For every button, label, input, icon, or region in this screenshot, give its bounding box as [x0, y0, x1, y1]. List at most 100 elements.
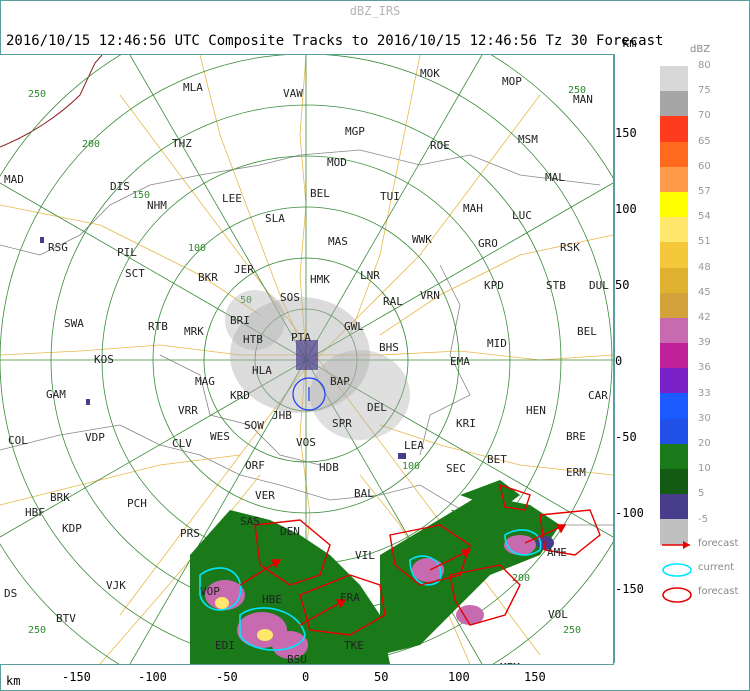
legend-tick: 42 [698, 312, 711, 323]
legend-swatch [660, 317, 688, 344]
site-label: FRA [340, 591, 360, 604]
red-arrow-icon [662, 541, 690, 549]
site-label: BEL [310, 187, 330, 200]
x-axis: km -150 -100 -50 0 50 100 150 [0, 664, 613, 689]
legend-tick: 57 [698, 186, 711, 197]
site-label: ROE [430, 139, 450, 152]
site-label: LEA [404, 439, 424, 452]
site-label: MAS [328, 235, 348, 248]
site-label: KRI [456, 417, 476, 430]
site-label: SLA [265, 212, 285, 225]
y-tick: -150 [615, 582, 644, 596]
site-label: PRS [180, 527, 200, 540]
site-label: SOW [244, 419, 264, 432]
site-label: AME [547, 546, 567, 559]
site-label: RAL [383, 295, 403, 308]
site-label: TUI [380, 190, 400, 203]
legend-swatch [660, 217, 688, 243]
border-dark-red [0, 55, 103, 148]
legend-tick: 30 [698, 412, 711, 424]
x-tick: 0 [302, 670, 310, 684]
site-label: BSU [287, 653, 307, 664]
legend-tick: -5 [698, 513, 708, 525]
site-label: VER [255, 489, 275, 502]
site-label: PTA [291, 331, 311, 344]
site-label: WES [210, 430, 230, 443]
site-label: VOP [200, 585, 220, 598]
site-label: MLA [183, 81, 203, 94]
y-tick: -50 [615, 430, 637, 444]
site-label: BAL [354, 487, 374, 500]
legend-swatch [660, 343, 688, 369]
legend-swatch [660, 418, 688, 444]
site-label: LNR [360, 269, 380, 282]
legend-swatch [660, 469, 688, 495]
site-label: ORF [245, 459, 265, 472]
red-ellipse-icon [662, 587, 692, 603]
site-label: VRN [420, 289, 440, 302]
ring-label: 100 [402, 461, 420, 472]
map-canvas: 250 200 150 100 50 100 150 200 250 250 2… [0, 55, 613, 664]
site-label: MOK [420, 67, 440, 80]
track-header: 2016/10/15 12:46:56 UTC Composite Tracks… [6, 33, 664, 49]
key-label: current [698, 562, 735, 573]
site-label: RSG [48, 241, 68, 254]
legend-swatch [660, 494, 688, 520]
site-label: BTV [56, 612, 76, 625]
x-tick: 100 [448, 670, 470, 684]
legend-swatch [660, 91, 688, 117]
site-label: LEE [222, 192, 242, 205]
site-label: STB [546, 279, 566, 292]
site-label: SEC [446, 462, 466, 475]
site-label: MAL [545, 171, 565, 184]
legend-swatch [660, 242, 688, 268]
legend-swatch [660, 267, 688, 293]
radar-map[interactable]: 250 200 150 100 50 100 150 200 250 250 2… [0, 54, 614, 665]
x-tick: -150 [62, 670, 91, 684]
site-label: WWK [412, 233, 432, 246]
ring-label: 200 [82, 139, 100, 150]
site-label: PCH [127, 497, 147, 510]
site-label: MAH [463, 202, 483, 215]
legend-tick: 45 [698, 286, 711, 298]
site-label: BEL [577, 325, 597, 338]
site-label: MOD [327, 156, 347, 169]
legend-tick: 36 [698, 362, 711, 374]
x-axis-unit: km [6, 674, 21, 688]
site-label: LUC [512, 209, 532, 222]
site-label: THZ [172, 137, 192, 150]
legend-tick: 33 [698, 387, 711, 399]
legend-tick: 70 [698, 110, 711, 122]
site-label: BHS [379, 341, 399, 354]
ring-label: 200 [512, 573, 530, 584]
legend-tick: 80 [698, 60, 711, 71]
legend-tick: 51 [698, 236, 711, 248]
legend-tick: 5 [698, 488, 705, 500]
site-label: VAW [283, 87, 303, 100]
site-label: DEL [367, 401, 387, 414]
site-label: BRK [50, 491, 70, 504]
key-label: forecast [698, 538, 739, 549]
legend-tick: 60 [698, 160, 711, 172]
site-label: KOS [94, 353, 114, 366]
site-label: SCT [125, 267, 145, 280]
y-axis-unit: km [622, 36, 637, 50]
legend-swatch [660, 443, 688, 469]
legend-tick: 75 [698, 85, 711, 97]
site-label: MID [487, 337, 507, 350]
site-label: DIS [110, 180, 130, 193]
legend-tick: 20 [698, 438, 711, 449]
site-label: VRR [178, 404, 198, 417]
ring-label: 250 [563, 625, 581, 636]
window-title: dBZ_IRS [349, 4, 401, 18]
key-current: current [660, 562, 734, 581]
site-label: HBE [262, 593, 282, 606]
y-tick: 100 [615, 202, 637, 216]
site-label: HBF [25, 506, 45, 519]
site-label: VOS [296, 436, 316, 449]
legend-tick: 10 [698, 463, 711, 475]
site-label: BAP [330, 375, 350, 388]
site-label: BKR [198, 271, 218, 284]
site-label: HDB [319, 461, 339, 474]
site-label: VIL [355, 549, 375, 562]
